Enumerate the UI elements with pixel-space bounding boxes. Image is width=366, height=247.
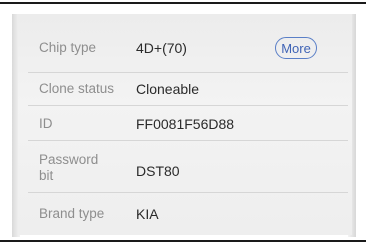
password-bit-value: DST80 xyxy=(136,163,180,179)
clone-status-value: Cloneable xyxy=(136,81,200,97)
password-bit-label-line1: Password xyxy=(39,152,99,167)
top-border xyxy=(0,2,366,4)
row-id: ID FF0081F56D88 xyxy=(18,105,352,138)
password-bit-label-line2: bit xyxy=(39,168,54,183)
row-brand-type: Brand type KIA xyxy=(18,192,352,235)
chip-type-value: 4D+(70) xyxy=(136,40,187,56)
brand-type-value: KIA xyxy=(136,206,159,222)
more-button[interactable]: More xyxy=(275,37,317,59)
chip-info-panel: Chip type 4D+(70) More Clone status Clon… xyxy=(18,14,352,235)
row-clone-status: Clone status Cloneable xyxy=(18,72,352,105)
brand-type-label: Brand type xyxy=(39,206,105,221)
chip-type-label: Chip type xyxy=(39,40,97,55)
id-value: FF0081F56D88 xyxy=(136,116,235,132)
id-label: ID xyxy=(39,116,53,131)
bottom-border xyxy=(0,240,366,242)
row-password-bit: Password bit DST80 xyxy=(18,140,352,188)
clone-status-label: Clone status xyxy=(39,81,115,96)
